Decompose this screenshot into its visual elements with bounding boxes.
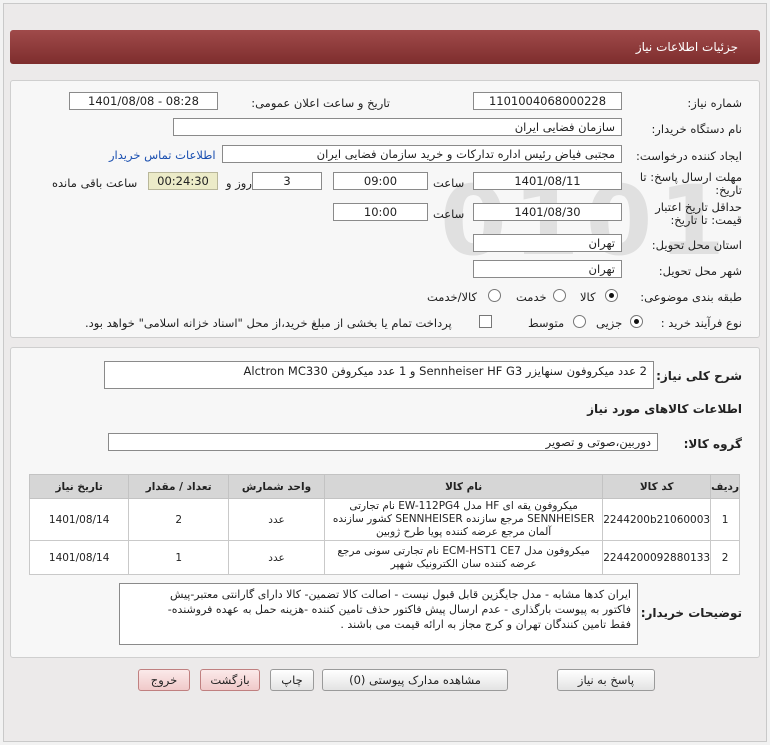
validity-time-field[interactable]: 10:00 xyxy=(333,203,428,221)
process-option-minor: جزیی xyxy=(596,316,623,330)
goods-group-label: گروه کالا: xyxy=(683,437,742,451)
cell-unit: عدد xyxy=(228,540,326,575)
cell-name: میکروفون مدل ECM-HST1 CE7 نام تجارتی سون… xyxy=(324,540,604,575)
remaining-label: ساعت باقی مانده xyxy=(52,176,138,190)
cell-name-line: میکروفون مدل ECM-HST1 CE7 نام تجارتی سون… xyxy=(337,544,590,557)
announce-label: تاریخ و ساعت اعلان عمومی: xyxy=(251,96,390,110)
goods-group-field: دوربین،صوتی و تصویر xyxy=(108,433,658,451)
cell-unit: عدد xyxy=(228,498,326,541)
reply-time-field[interactable]: 09:00 xyxy=(333,172,428,190)
process-radio-minor[interactable] xyxy=(630,315,643,328)
process-radio-medium[interactable] xyxy=(573,315,586,328)
category-option-goods: کالا xyxy=(580,290,596,304)
process-label: نوع فرآیند خرید : xyxy=(660,316,742,330)
col-code: کد کالا xyxy=(602,474,712,499)
summary-label: شرح کلی نیاز: xyxy=(656,369,742,383)
notes-line: ایران کدها مشابه - مدل جایگزین قابل قبول… xyxy=(169,588,631,601)
province-field[interactable]: تهران xyxy=(473,234,622,252)
col-name: نام کالا xyxy=(324,474,604,499)
province-label: استان محل تحویل: xyxy=(651,238,742,252)
category-label: طبقه بندی موضوعی: xyxy=(640,290,742,304)
cell-qty: 1 xyxy=(128,540,230,575)
cell-qty: 2 xyxy=(128,498,230,541)
cell-name: میکروفون یقه ای HF مدل EW-112PG4 نام تجا… xyxy=(324,498,604,541)
cell-name-line: SENNHEISER مرجع سازنده SENNHEISER کشور س… xyxy=(332,513,595,525)
validity-label: حداقل تاریخ اعتبار xyxy=(655,200,742,214)
category-option-service: خدمت xyxy=(516,290,547,304)
notes-label: توضیحات خریدار: xyxy=(640,606,742,620)
reply-time-label: ساعت xyxy=(433,176,465,190)
goods-section-title: اطلاعات کالاهای مورد نیاز xyxy=(587,402,742,416)
validity-label-2: قیمت: تا تاریخ: xyxy=(670,213,742,227)
notes-field: ایران کدها مشابه - مدل جایگزین قابل قبول… xyxy=(119,583,638,645)
table-row: 2 2244200092880133 میکروفون مدل ECM-HST1… xyxy=(28,540,740,575)
announce-field[interactable]: 1401/08/08 - 08:28 xyxy=(69,92,218,110)
col-qty: تعداد / مقدار xyxy=(128,474,230,499)
col-row: ردیف xyxy=(710,474,740,499)
requester-label: ایجاد کننده درخواست: xyxy=(636,149,742,163)
summary-field: 2 عدد میکروفون سنهایزر Sennheiser HF G3 … xyxy=(104,361,654,389)
cell-row: 1 xyxy=(710,498,740,541)
col-date: تاریخ نیاز xyxy=(28,474,130,499)
city-label: شهر محل تحویل: xyxy=(658,264,742,278)
requester-field[interactable]: مجتبی فیاض رئیس اداره تدارکات و خرید ساز… xyxy=(222,145,622,163)
page-header: جزئیات اطلاعات نیاز xyxy=(10,30,760,64)
cell-row: 2 xyxy=(710,540,740,575)
table-row: 1 2244200b21060003 میکروفون یقه ای HF مد… xyxy=(28,498,740,541)
goods-table: ردیف کد کالا نام کالا واحد شمارش تعداد /… xyxy=(28,474,740,575)
validity-time-label: ساعت xyxy=(433,207,465,221)
process-option-medium: متوسط xyxy=(528,316,565,330)
city-field[interactable]: تهران xyxy=(473,260,622,278)
cell-name-line: آلمان مرجع عرضه کننده پویا طرح ژوبین xyxy=(376,526,552,538)
reply-button[interactable]: پاسخ به نیاز xyxy=(557,669,655,691)
category-radio-service[interactable] xyxy=(553,289,566,302)
print-button[interactable]: چاپ xyxy=(270,669,314,691)
remaining-time-field: 00:24:30 xyxy=(148,172,218,190)
need-number-field[interactable]: 1101004068000228 xyxy=(473,92,622,110)
cell-name-line: عرضه کننده سان الکترونیک شهپر xyxy=(390,557,537,570)
days-label: روز و xyxy=(226,176,252,190)
cell-code: 2244200b21060003 xyxy=(602,498,712,541)
cell-name-line: میکروفون یقه ای HF مدل EW-112PG4 نام تجا… xyxy=(349,500,578,512)
col-unit: واحد شمارش xyxy=(228,474,326,499)
days-field[interactable]: 3 xyxy=(252,172,322,190)
need-number-label: شماره نیاز: xyxy=(687,96,742,110)
notes-line: فاکتور به پیوست بارگذاری - عدم ارسال پیش… xyxy=(167,603,631,616)
reply-deadline-label: مهلت ارسال پاسخ: تا xyxy=(639,170,742,184)
cell-date: 1401/08/14 xyxy=(28,498,130,541)
cell-code: 2244200092880133 xyxy=(602,540,712,575)
contact-buyer-link[interactable]: اطلاعات تماس خریدار xyxy=(109,148,216,162)
attachments-button[interactable]: مشاهده مدارک پیوستی (0) xyxy=(322,669,508,691)
exit-button[interactable]: خروج xyxy=(138,669,190,691)
treasury-checkbox[interactable] xyxy=(479,315,492,328)
validity-date-field[interactable]: 1401/08/30 xyxy=(473,203,622,221)
back-button[interactable]: بازگشت xyxy=(200,669,260,691)
cell-date: 1401/08/14 xyxy=(28,540,130,575)
treasury-note: پرداخت تمام یا بخشی از مبلغ خرید،از محل … xyxy=(85,316,452,330)
notes-line: فقط تامین کنندگان تهران و کرج مجاز به ار… xyxy=(340,618,631,631)
buyer-org-field[interactable]: سازمان فضایی ایران xyxy=(173,118,622,136)
category-radio-goods-service[interactable] xyxy=(488,289,501,302)
page-title: جزئیات اطلاعات نیاز xyxy=(635,40,738,54)
reply-date-field[interactable]: 1401/08/11 xyxy=(473,172,622,190)
category-radio-goods[interactable] xyxy=(605,289,618,302)
reply-deadline-label-2: تاریخ: xyxy=(715,183,742,197)
table-header-row: ردیف کد کالا نام کالا واحد شمارش تعداد /… xyxy=(28,474,740,499)
buyer-org-label: نام دستگاه خریدار: xyxy=(651,122,742,136)
category-option-goods-service: کالا/خدمت xyxy=(427,290,478,304)
